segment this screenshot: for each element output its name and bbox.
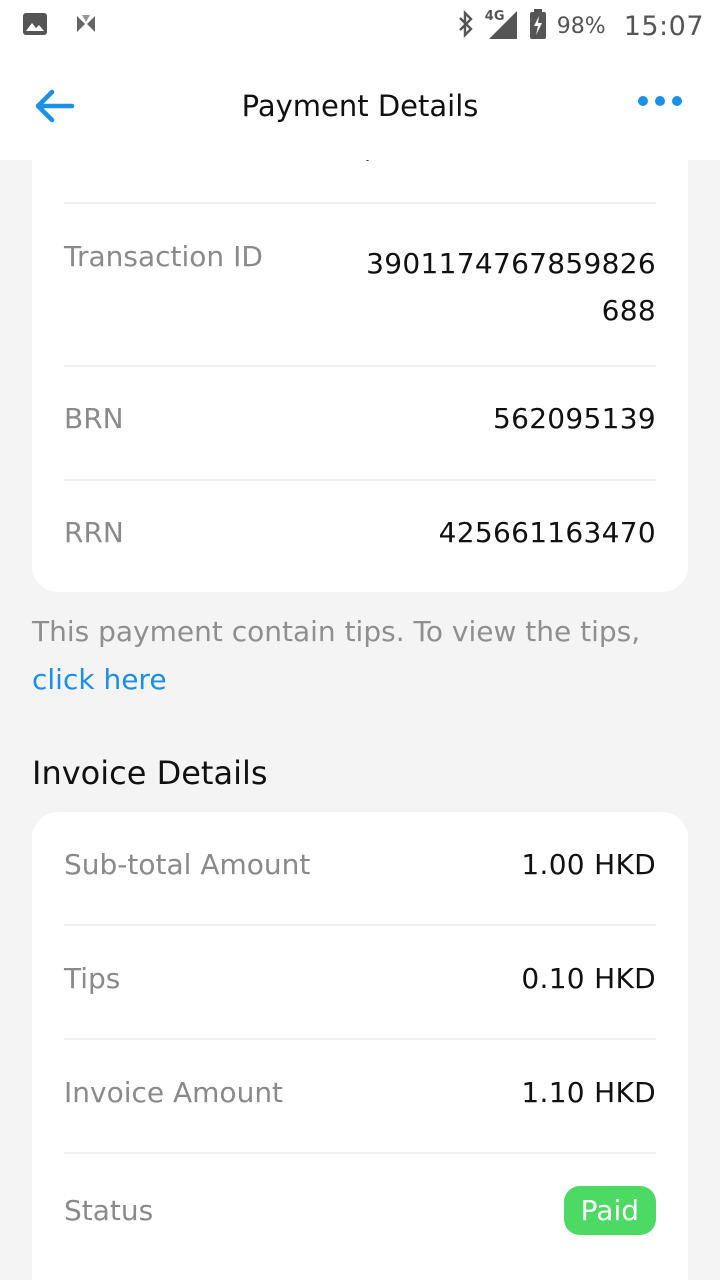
brn-value: 562095139 (492, 402, 656, 435)
invoice-section-title: Invoice Details (32, 754, 268, 792)
network-type-label: 4G (484, 9, 505, 24)
gallery-icon (22, 12, 48, 40)
page-title: Payment Details (241, 89, 479, 123)
rrn-label: RRN (64, 516, 124, 549)
divider (64, 365, 656, 367)
divider (64, 1038, 656, 1040)
invoice-card: Sub-total Amount 1.00 HKD Tips 0.10 HKD … (32, 812, 688, 1280)
arrow-left-icon (35, 89, 75, 123)
brn-row: BRN 562095139 (64, 402, 656, 435)
subtotal-label: Sub-total Amount (64, 848, 311, 881)
subtotal-row: Sub-total Amount 1.00 HKD (64, 848, 656, 881)
transaction-id-label: Transaction ID (64, 240, 263, 273)
view-tips-link[interactable]: click here (32, 663, 167, 696)
tips-row: Tips 0.10 HKD (64, 962, 656, 995)
back-button[interactable] (34, 88, 78, 124)
more-horizontal-icon (638, 96, 648, 106)
battery-icon (529, 9, 547, 43)
rrn-row: RRN 425661163470 (64, 516, 656, 549)
tips-label: Tips (64, 962, 121, 995)
subtotal-value: 1.00 HKD (521, 848, 656, 881)
status-label: Status (64, 1194, 154, 1227)
rrn-value: 425661163470 (438, 516, 656, 549)
scrolled-text-fragment (366, 160, 369, 161)
status-bar: 4G 98% 15:07 (0, 0, 720, 52)
signal-icon: 4G (484, 9, 519, 41)
battery-percent: 98% (556, 13, 606, 39)
brn-label: BRN (64, 402, 124, 435)
divider (64, 1152, 656, 1154)
status-row: Status Paid (64, 1186, 656, 1235)
transaction-card: Transaction ID 3901174767859826688 BRN 5… (32, 160, 688, 592)
content-scroll[interactable]: Transaction ID 3901174767859826688 BRN 5… (0, 160, 720, 1280)
app-notification-icon (74, 12, 98, 40)
bluetooth-icon (457, 10, 475, 42)
app-bar: Payment Details (0, 52, 720, 160)
more-dot (655, 96, 665, 106)
more-options-button[interactable] (638, 96, 682, 106)
divider (64, 479, 656, 481)
divider (64, 924, 656, 926)
clock: 15:07 (623, 10, 704, 42)
invoice-amount-row: Invoice Amount 1.10 HKD (64, 1076, 656, 1109)
more-dot (672, 96, 682, 106)
tips-value: 0.10 HKD (521, 962, 656, 995)
invoice-amount-label: Invoice Amount (64, 1076, 284, 1109)
transaction-id-row: Transaction ID 3901174767859826688 (64, 240, 656, 334)
invoice-amount-value: 1.10 HKD (521, 1076, 656, 1109)
divider (64, 202, 656, 204)
status-badge: Paid (563, 1186, 656, 1235)
tips-note: This payment contain tips. To view the t… (32, 608, 672, 704)
tips-note-text: This payment contain tips. To view the t… (32, 615, 641, 648)
transaction-id-value: 3901174767859826688 (366, 247, 656, 327)
